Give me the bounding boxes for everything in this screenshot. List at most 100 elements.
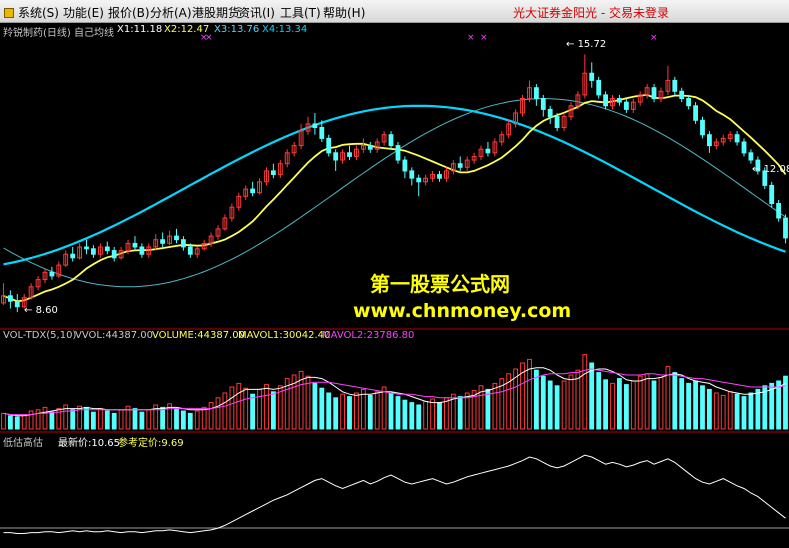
candle-body [312, 123, 318, 129]
candle-body [174, 235, 179, 241]
signal-marker: × [467, 33, 475, 43]
candle-body [91, 248, 96, 255]
candle-body [540, 98, 546, 110]
candle-body [333, 152, 339, 161]
volume-bar [104, 410, 110, 430]
volume-bar [271, 391, 276, 430]
volume-bar [1, 412, 6, 430]
candle-body [111, 250, 117, 259]
candle-body [319, 127, 325, 139]
volume-bar [367, 394, 373, 430]
volume-bar [42, 406, 48, 430]
volume-bar [651, 380, 657, 430]
volume-bar [146, 409, 152, 430]
volume-bar [630, 380, 636, 430]
volume-label-volume: VOLUME:44387.00 [152, 330, 245, 341]
candle-body [104, 246, 110, 252]
volume-bar [160, 406, 165, 430]
volume-bar [582, 354, 588, 430]
price-right-value: 12.08 [763, 164, 789, 175]
menu-info[interactable]: 资讯(I) [238, 4, 275, 21]
volume-bar [568, 374, 574, 430]
indicator-title: 低估高估 [3, 438, 43, 449]
volume-bar [457, 396, 463, 430]
candle-body [485, 148, 491, 154]
candle-body [776, 203, 782, 219]
candle-body [437, 174, 442, 179]
volume-bar [118, 409, 124, 430]
volume-label-vvol: VVOL:44387.00 [75, 330, 154, 341]
volume-bar [194, 410, 200, 430]
volume-bar [534, 369, 539, 430]
volume-bar [354, 392, 359, 430]
volume-bar [707, 388, 712, 430]
broker-status: 光大证券金阳光 - 交易未登录 [513, 6, 669, 20]
candle-body [734, 134, 740, 143]
indicator-line [3, 454, 786, 534]
volume-bar [326, 392, 332, 430]
volume-bar [686, 382, 692, 430]
menu-help[interactable]: 帮助(H) [323, 4, 365, 21]
volume-bar [402, 399, 408, 430]
candle-body [547, 108, 553, 118]
candle-body [187, 246, 193, 255]
volume-bar [547, 380, 553, 430]
volume-bar [70, 409, 76, 430]
volume-bar [492, 382, 498, 430]
price-low-value: 8.60 [35, 305, 58, 316]
volume-bar [139, 411, 145, 430]
volume-bar [229, 386, 235, 430]
volume-bar [658, 376, 664, 430]
menu-help-label: 帮助(H) [323, 6, 366, 20]
candle-body [686, 98, 692, 107]
menu-hk-futures[interactable]: 港股期货 [192, 4, 240, 21]
volume-bar [561, 380, 567, 430]
candle-body [748, 152, 754, 161]
candle-body [769, 184, 775, 204]
signal-marker: × [650, 33, 658, 43]
menu-bar: 系统(S) 功能(E) 报价(B) 分析(A) 港股期货 资讯(I) 工具(T)… [0, 0, 789, 23]
candle-body [181, 239, 186, 248]
volume-bar [437, 402, 442, 430]
price-high-label: ← 15.72 [566, 39, 607, 50]
volume-bar [243, 387, 249, 430]
volume-bar [98, 408, 103, 430]
menu-function[interactable]: 功能(E) [63, 4, 104, 21]
system-menu-icon [4, 8, 14, 18]
candle-body [49, 271, 55, 277]
volume-bar [540, 375, 546, 430]
volume-bar [312, 382, 318, 430]
candle-body [700, 119, 705, 136]
candle-body [8, 295, 13, 302]
volume-bar [222, 392, 228, 430]
menu-info-label: 资讯(I) [238, 6, 275, 20]
volume-bar [250, 393, 255, 430]
menu-system[interactable]: 系统(S) [4, 4, 59, 21]
ma-label-x1: X1:11.18 [117, 24, 163, 35]
menu-quote[interactable]: 报价(B) [108, 4, 150, 21]
volume-bar [8, 415, 13, 430]
ma-label-x3: X3:13.76 [214, 24, 260, 35]
volume-bar [84, 406, 89, 430]
volume-bar [603, 379, 609, 430]
volume-bar [700, 385, 705, 430]
volume-bar [340, 393, 346, 430]
volume-bar [201, 406, 207, 430]
candle-body [603, 94, 609, 107]
candle-body [679, 90, 685, 100]
volume-bar [28, 410, 34, 430]
price-right-label: ← 12.08 [752, 164, 789, 175]
candle-body [84, 246, 89, 250]
volume-title: VOL-TDX(5,10) [3, 330, 77, 341]
candle-body [395, 145, 401, 161]
candle-body [741, 141, 747, 154]
menu-tools[interactable]: 工具(T) [280, 4, 321, 21]
candle-body [707, 134, 712, 147]
watermark-url: www.chnmoney.com [353, 300, 572, 322]
volume-bar [333, 397, 339, 430]
volume-bar [49, 411, 55, 430]
volume-bar [374, 391, 380, 430]
volume-bar [679, 378, 685, 430]
volume-bar [236, 382, 242, 430]
menu-analysis[interactable]: 分析(A) [150, 4, 192, 21]
